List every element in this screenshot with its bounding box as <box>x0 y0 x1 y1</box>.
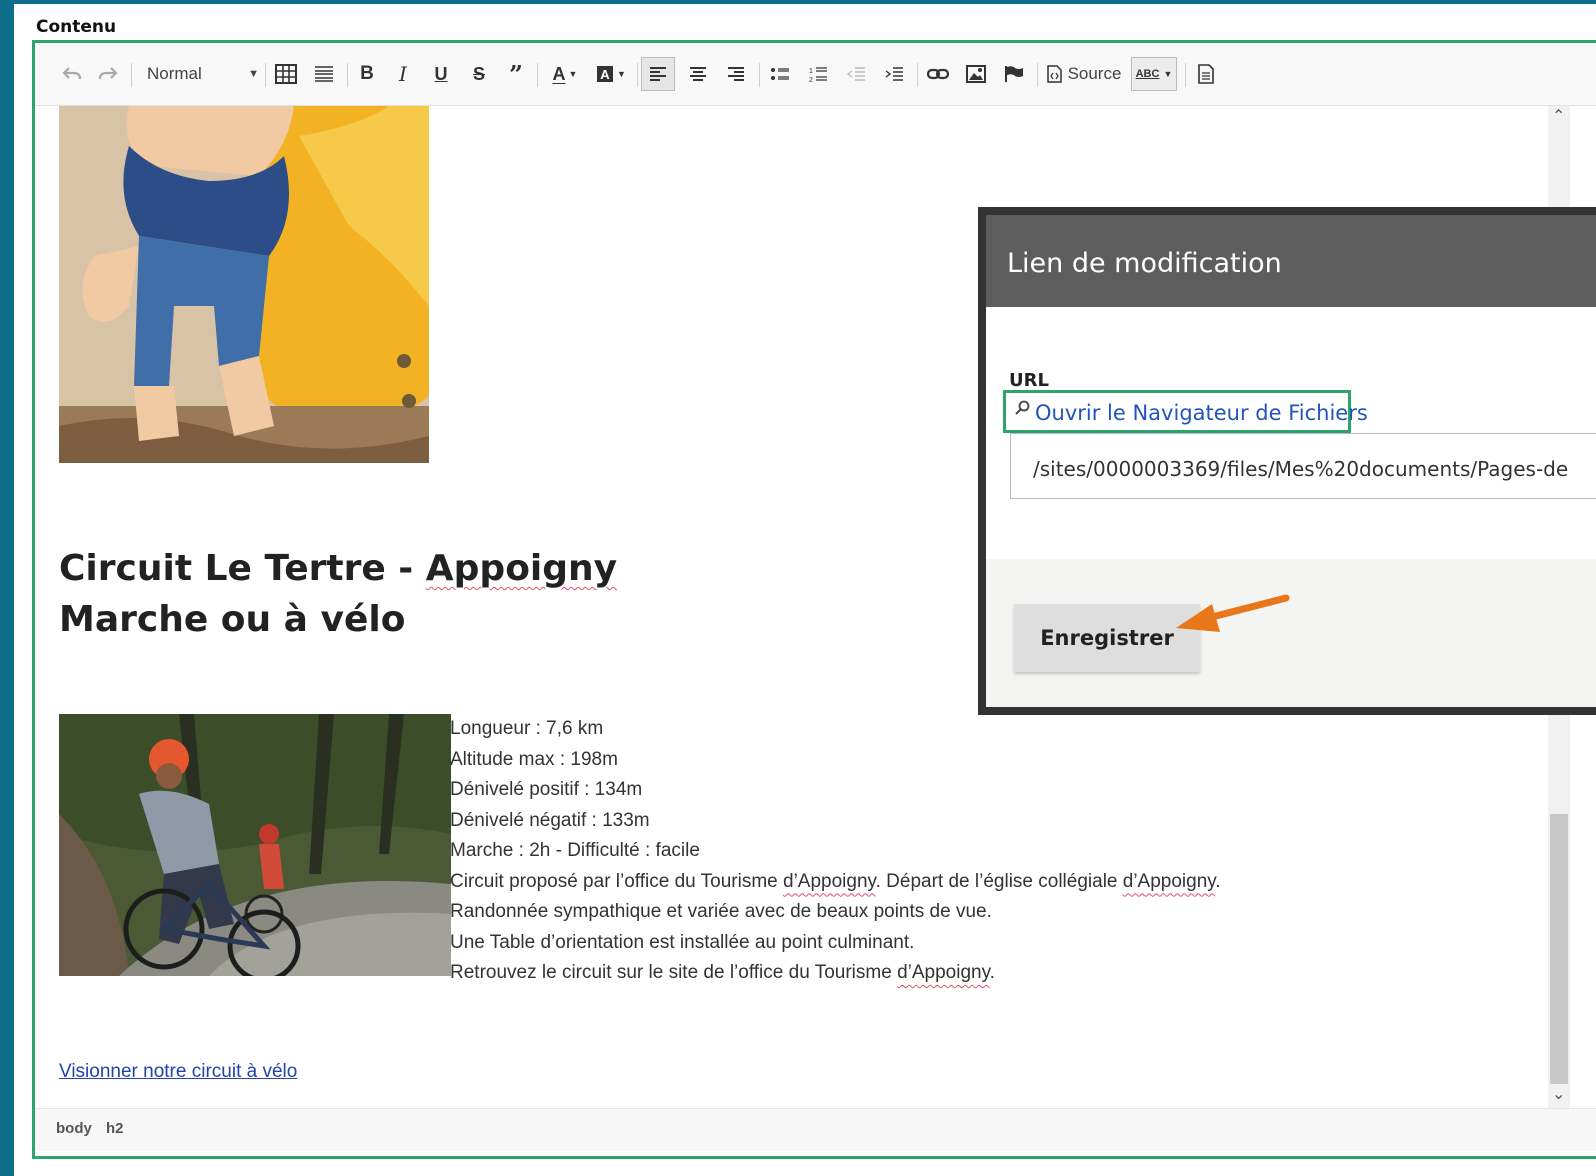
scroll-down-icon[interactable]: ⌄ <box>1552 1084 1565 1104</box>
url-label: URL <box>1009 370 1049 391</box>
format-select[interactable]: Normal ▼ <box>147 59 259 89</box>
image-icon[interactable] <box>961 59 991 89</box>
info-length: Longueur : 7,6 km <box>450 718 604 739</box>
heading-line-2: Marche ou à vélo <box>59 599 406 640</box>
url-input[interactable]: /sites/0000003369/files/Mes%20documents/… <box>1010 433 1596 499</box>
document-properties-icon[interactable] <box>1191 59 1221 89</box>
heading-line-1: Circuit Le Tertre - Appoigny <box>59 543 617 594</box>
page-heading[interactable]: Circuit Le Tertre - Appoigny Marche ou à… <box>59 543 617 645</box>
toolbar-separator <box>1185 63 1186 87</box>
undo-icon[interactable] <box>57 59 87 89</box>
link-icon[interactable] <box>923 59 953 89</box>
toolbar-separator <box>1037 63 1038 87</box>
source-button-label: Source <box>1067 64 1122 83</box>
editor-toolbar: Normal ▼ B I U S ” A ▼ A ▼ 1 2 Source AB… <box>35 43 1596 106</box>
dialog-body: URL Ouvrir le Navigateur de Fichiers /si… <box>986 307 1596 559</box>
toolbar-separator <box>917 63 918 87</box>
svg-text:A: A <box>600 67 610 82</box>
underline-icon[interactable]: U <box>427 59 455 89</box>
redo-icon[interactable] <box>93 59 123 89</box>
annotation-arrow-icon <box>1176 594 1290 632</box>
info-elevation-loss: Dénivelé négatif : 133m <box>450 809 650 831</box>
info-find-circuit: Retrouvez le circuit sur le site de l’of… <box>450 962 995 983</box>
toolbar-separator <box>537 63 538 87</box>
info-altitude: Altitude max : 198m <box>450 748 618 770</box>
outdent-icon[interactable] <box>841 59 871 89</box>
background-color-icon[interactable]: A ▼ <box>591 59 631 89</box>
indent-icon[interactable] <box>879 59 909 89</box>
anchor-flag-icon[interactable] <box>999 59 1029 89</box>
info-hike-description: Randonnée sympathique et variée avec de … <box>450 901 992 922</box>
format-select-value: Normal <box>147 64 202 83</box>
svg-text:1: 1 <box>809 68 813 75</box>
open-file-browser-label: Ouvrir le Navigateur de Fichiers <box>1035 401 1368 425</box>
path-item-h2[interactable]: h2 <box>106 1120 124 1137</box>
italic-icon[interactable]: I <box>389 59 417 89</box>
spellcheck-button[interactable]: ABC ▼ <box>1131 57 1177 91</box>
dialog-title: Lien de modification <box>1007 248 1282 279</box>
align-left-icon[interactable] <box>641 57 675 91</box>
blockquote-icon[interactable]: ” <box>501 59 531 89</box>
toolbar-separator <box>131 63 132 87</box>
source-document-icon <box>1046 65 1062 83</box>
toolbar-separator <box>759 63 760 87</box>
info-walk-duration: Marche : 2h - Difficulté : facile <box>450 840 700 861</box>
align-center-icon[interactable] <box>683 59 713 89</box>
scroll-thumb[interactable] <box>1550 814 1568 1084</box>
source-button[interactable]: Source <box>1043 59 1125 89</box>
open-file-browser-button[interactable]: Ouvrir le Navigateur de Fichiers <box>1003 390 1368 433</box>
info-circuit-description: Circuit proposé par l’office du Tourisme… <box>450 870 1221 892</box>
child-on-slide-image <box>59 106 429 463</box>
magnifier-icon <box>1015 400 1030 415</box>
toolbar-separator <box>637 63 638 87</box>
chevron-down-icon: ▼ <box>1163 69 1173 79</box>
text-color-icon[interactable]: A ▼ <box>545 59 585 89</box>
toolbar-separator <box>347 63 348 87</box>
section-label: Contenu <box>36 17 117 37</box>
scroll-up-icon[interactable]: ⌃ <box>1552 106 1565 126</box>
numbered-list-icon[interactable]: 12 <box>803 59 833 89</box>
bike-circuit-link[interactable]: Visionner notre circuit à vélo <box>59 1061 297 1083</box>
toolbar-separator <box>265 63 266 87</box>
align-right-icon[interactable] <box>721 59 751 89</box>
bulleted-list-icon[interactable] <box>765 59 795 89</box>
horizontal-line-icon[interactable] <box>309 59 339 89</box>
table-icon[interactable] <box>271 59 301 89</box>
cyclists-image <box>59 714 451 976</box>
trail-info: Longueur : 7,6 km Altitude max : 198m Dé… <box>450 714 1221 989</box>
dialog-header: Lien de modification <box>986 215 1596 307</box>
info-elevation-gain: Dénivelé positif : 134m <box>450 779 643 800</box>
bold-icon[interactable]: B <box>353 59 381 89</box>
chevron-down-icon: ▼ <box>248 68 259 80</box>
strikethrough-icon[interactable]: S <box>465 59 493 89</box>
info-orientation-table: Une Table d’orientation est installée au… <box>450 931 915 953</box>
element-path-bar: body h2 <box>35 1108 1596 1151</box>
heading-text: Circuit Le Tertre - <box>59 548 426 589</box>
spellcheck-icon: ABC <box>1135 68 1160 80</box>
heading-place-name: Appoigny <box>425 548 618 589</box>
path-item-body[interactable]: body <box>56 1120 92 1137</box>
svg-text:2: 2 <box>809 77 813 83</box>
